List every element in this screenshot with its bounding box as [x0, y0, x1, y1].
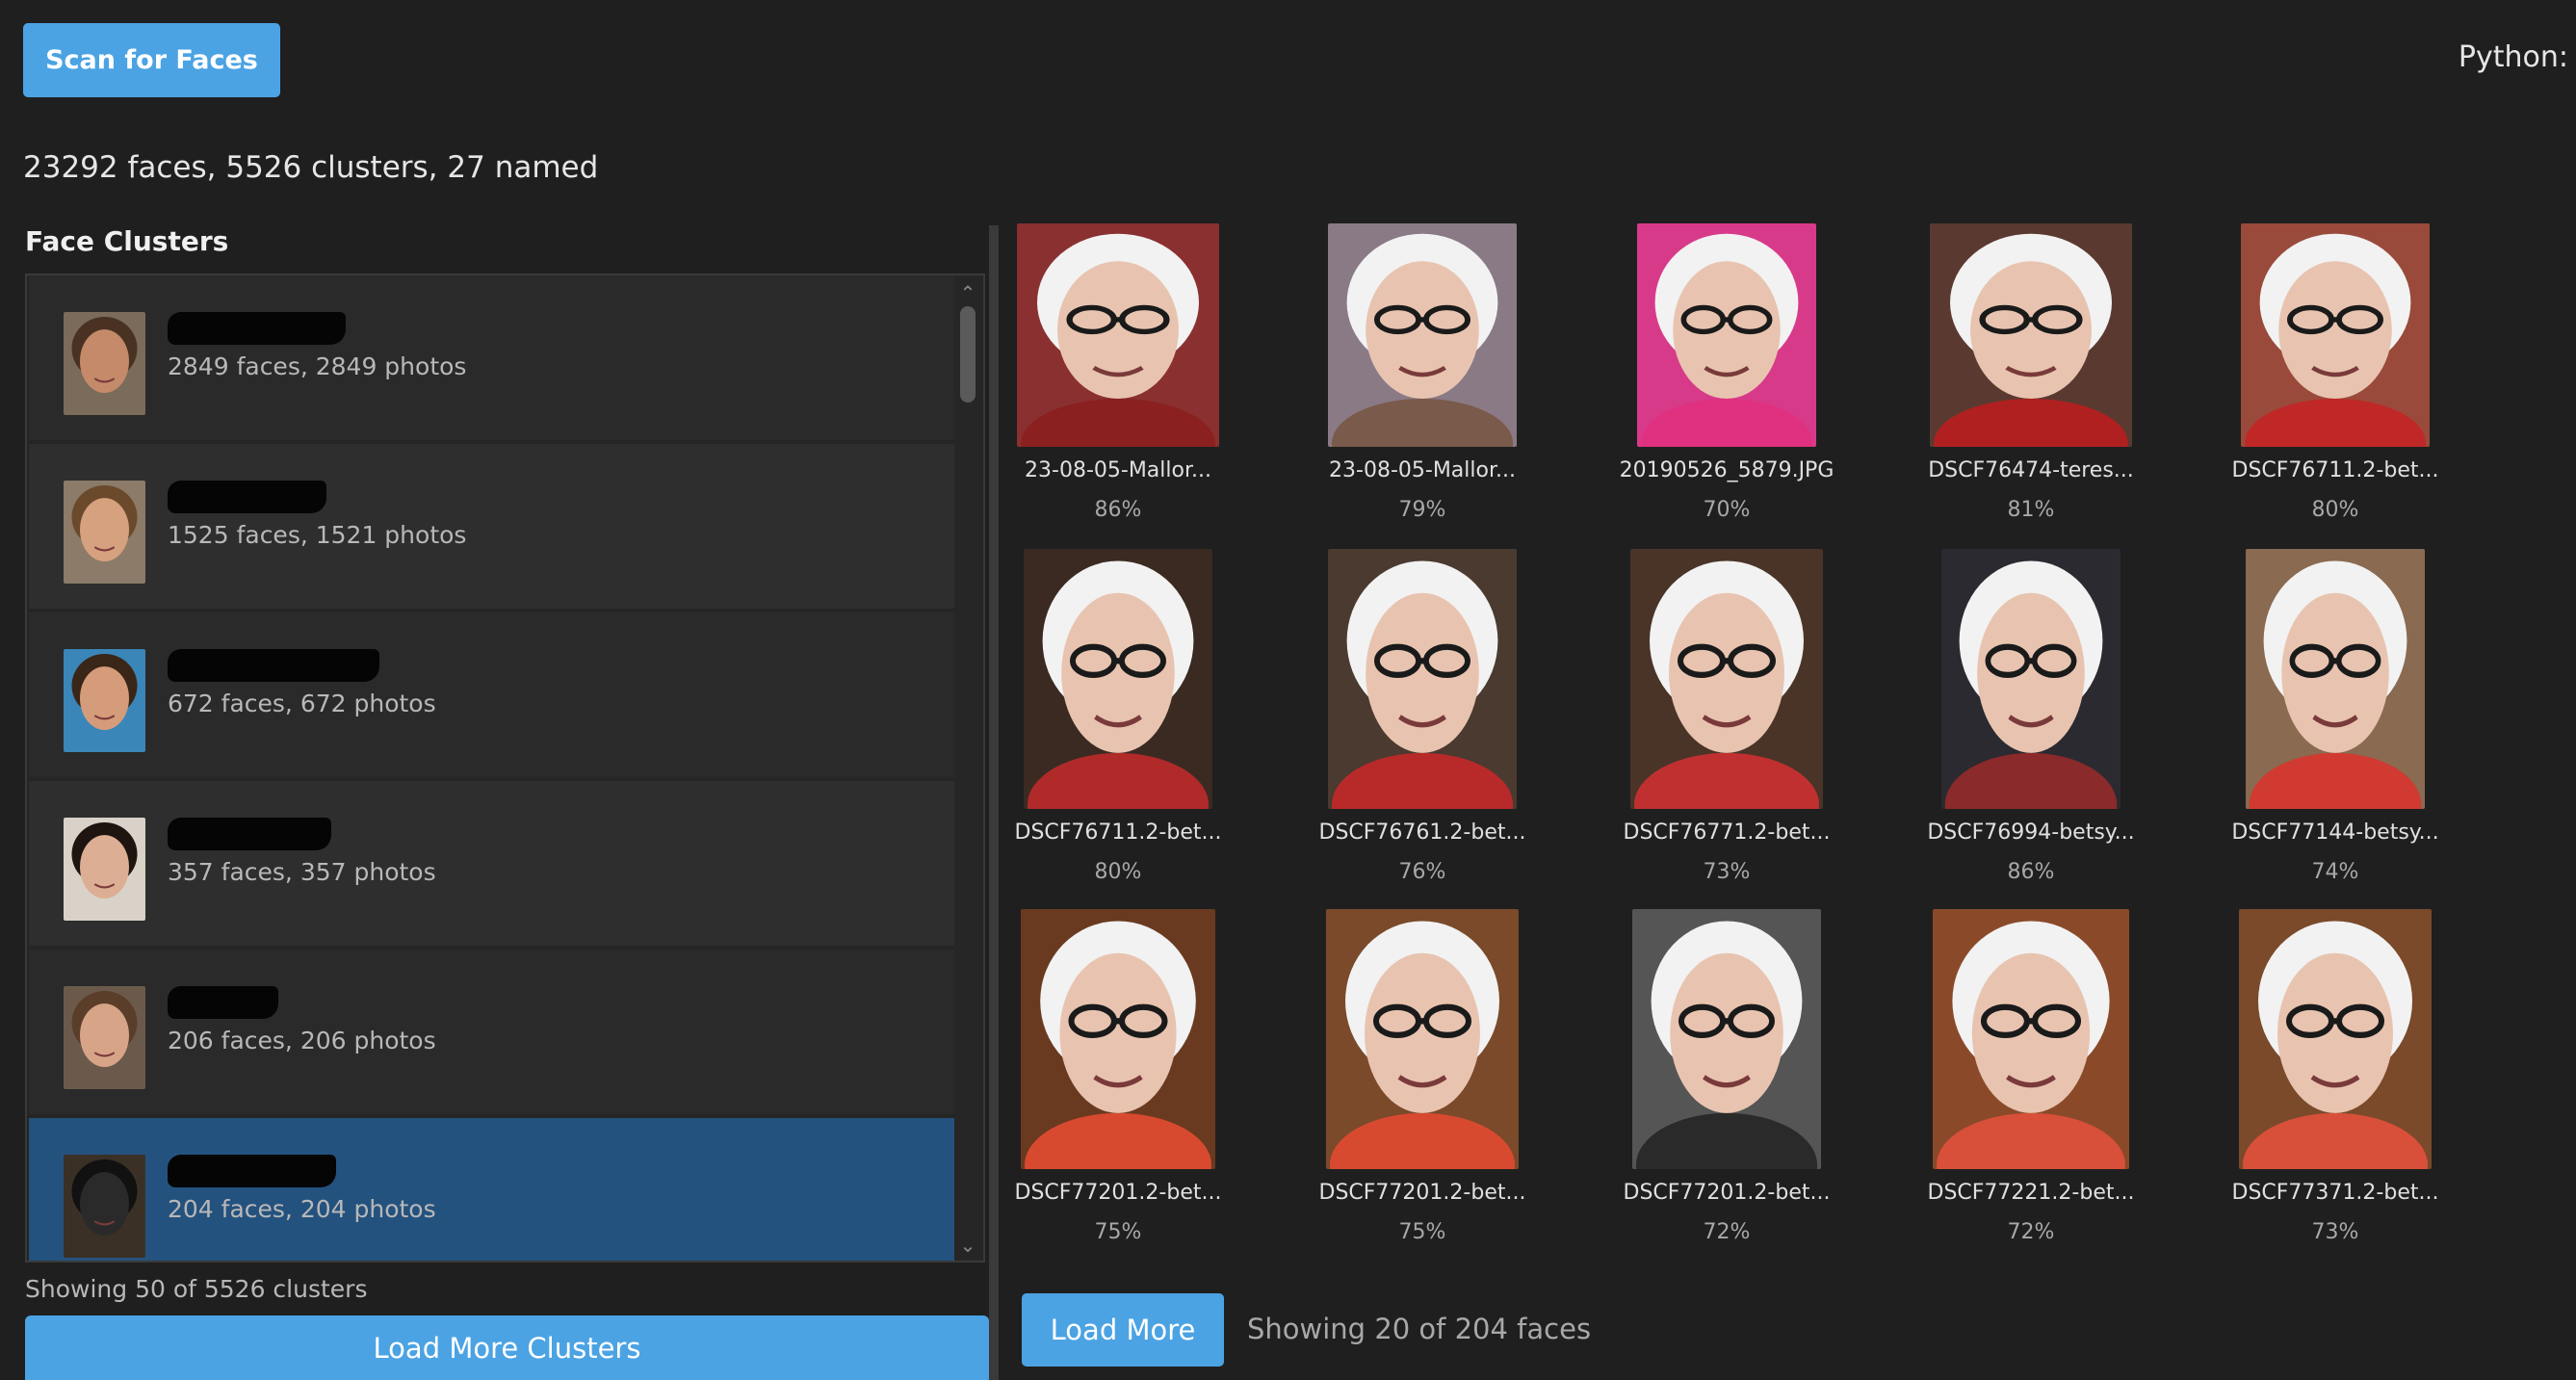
face-thumbnail[interactable]: [1637, 223, 1816, 447]
cluster-avatar: [64, 481, 145, 584]
load-more-faces-button[interactable]: Load More: [1022, 1293, 1224, 1367]
face-filename: DSCF76771.2-bet...: [1623, 820, 1831, 845]
cluster-list-panel: 2849 faces, 2849 photos 1525 faces, 1521 …: [25, 273, 985, 1263]
face-filename: DSCF76711.2-bet...: [1014, 820, 1222, 845]
scan-for-faces-button[interactable]: Scan for Faces: [23, 23, 280, 97]
redacted-cluster-name: [168, 312, 346, 345]
face-card[interactable]: DSCF77201.2-bet... 72%: [1624, 909, 1919, 1256]
face-filename: DSCF77201.2-bet...: [1014, 1181, 1222, 1205]
face-thumbnail[interactable]: [1930, 223, 2132, 447]
faces-count-label: Showing 20 of 204 faces: [1247, 1313, 1592, 1345]
face-match-score: 72%: [1703, 1220, 1751, 1244]
cluster-meta: 357 faces, 357 photos: [168, 858, 436, 886]
face-match-score: 81%: [2007, 498, 2055, 522]
cluster-item[interactable]: 1525 faces, 1521 photos: [29, 444, 958, 609]
face-match-score: 74%: [2311, 860, 2359, 884]
redacted-cluster-name: [168, 1155, 336, 1187]
cluster-item[interactable]: 206 faces, 206 photos: [29, 950, 958, 1114]
face-match-score: 75%: [1398, 1220, 1446, 1244]
cluster-avatar: [64, 986, 145, 1089]
face-match-score: 70%: [1703, 498, 1751, 522]
cluster-meta: 2849 faces, 2849 photos: [168, 352, 467, 380]
cluster-avatar: [64, 649, 145, 752]
face-card[interactable]: DSCF76994-betsy... 86%: [1927, 549, 2224, 896]
face-card[interactable]: DSCF76771.2-bet... 73%: [1624, 549, 1919, 896]
cluster-item[interactable]: 672 faces, 672 photos: [29, 612, 958, 777]
cluster-item[interactable]: 204 faces, 204 photos: [29, 1118, 958, 1261]
face-thumbnail[interactable]: [1933, 909, 2129, 1169]
face-match-score: 72%: [2007, 1220, 2055, 1244]
cluster-list: 2849 faces, 2849 photos 1525 faces, 1521 …: [29, 275, 958, 1261]
face-filename: DSCF76474-teres...: [1928, 458, 2134, 482]
face-filename: 23-08-05-Mallor...: [1025, 458, 1211, 482]
face-card[interactable]: DSCF77144-betsy... 74%: [2231, 549, 2528, 896]
redacted-cluster-name: [168, 649, 379, 682]
face-thumbnail[interactable]: [1021, 909, 1215, 1169]
redacted-cluster-name: [168, 481, 326, 513]
face-match-score: 80%: [2311, 498, 2359, 522]
face-card[interactable]: DSCF76711.2-bet... 80%: [2232, 223, 2528, 534]
panel-divider[interactable]: [989, 225, 999, 1380]
load-more-clusters-button[interactable]: Load More Clusters: [25, 1315, 989, 1380]
face-match-score: 73%: [2311, 1220, 2359, 1244]
face-card[interactable]: DSCF77371.2-bet... 73%: [2232, 909, 2528, 1256]
face-clusters-heading: Face Clusters: [25, 225, 229, 257]
face-thumbnail[interactable]: [2246, 549, 2425, 809]
face-match-score: 79%: [1398, 498, 1446, 522]
face-match-score: 80%: [1094, 860, 1142, 884]
face-filename: DSCF76994-betsy...: [1927, 820, 2135, 845]
face-thumbnail[interactable]: [1326, 909, 1519, 1169]
cluster-meta: 204 faces, 204 photos: [168, 1195, 436, 1223]
face-match-score: 76%: [1398, 860, 1446, 884]
face-filename: 20190526_5879.JPG: [1619, 458, 1834, 482]
face-filename: DSCF77201.2-bet...: [1318, 1181, 1526, 1205]
face-filename: DSCF77144-betsy...: [2231, 820, 2439, 845]
face-filename: DSCF77221.2-bet...: [1927, 1181, 2135, 1205]
face-card[interactable]: DSCF77201.2-bet... 75%: [1319, 909, 1615, 1256]
face-card[interactable]: 23-08-05-Mallor... 86%: [1017, 223, 1311, 534]
face-thumbnail[interactable]: [1017, 223, 1219, 447]
face-thumbnail[interactable]: [1328, 549, 1517, 809]
face-match-score: 86%: [1094, 498, 1142, 522]
face-filename: DSCF77201.2-bet...: [1623, 1181, 1831, 1205]
face-thumbnail[interactable]: [2239, 909, 2432, 1169]
face-filename: 23-08-05-Mallor...: [1329, 458, 1516, 482]
scrollbar-thumb[interactable]: [960, 306, 976, 403]
cluster-avatar: [64, 818, 145, 921]
cluster-item[interactable]: 357 faces, 357 photos: [29, 781, 958, 946]
cluster-meta: 206 faces, 206 photos: [168, 1027, 436, 1055]
redacted-cluster-name: [168, 986, 278, 1019]
face-card[interactable]: DSCF77201.2-bet... 75%: [1015, 909, 1311, 1256]
scroll-up-icon[interactable]: ⌃: [954, 279, 981, 306]
face-thumbnail[interactable]: [1024, 549, 1212, 809]
face-thumbnail[interactable]: [1630, 549, 1823, 809]
face-thumbnail[interactable]: [1632, 909, 1821, 1169]
face-match-score: 73%: [1703, 860, 1751, 884]
cluster-avatar: [64, 1155, 145, 1258]
redacted-cluster-name: [168, 818, 331, 850]
face-match-score: 86%: [2007, 860, 2055, 884]
face-card[interactable]: DSCF76761.2-bet... 76%: [1319, 549, 1615, 896]
face-thumbnail[interactable]: [1941, 549, 2121, 809]
python-status-label: Python:: [2458, 40, 2568, 74]
face-card[interactable]: DSCF76711.2-bet... 80%: [1015, 549, 1311, 896]
face-card[interactable]: DSCF76474-teres... 81%: [1928, 223, 2224, 534]
cluster-meta: 1525 faces, 1521 photos: [168, 521, 467, 549]
face-stats-summary: 23292 faces, 5526 clusters, 27 named: [23, 150, 599, 185]
face-card[interactable]: 23-08-05-Mallor... 79%: [1326, 223, 1615, 534]
cluster-meta: 672 faces, 672 photos: [168, 690, 436, 717]
cluster-avatar: [64, 312, 145, 415]
face-filename: DSCF76711.2-bet...: [2231, 458, 2439, 482]
face-card[interactable]: DSCF77221.2-bet... 72%: [1928, 909, 2224, 1256]
cluster-scrollbar[interactable]: ⌃ ⌄: [954, 275, 981, 1261]
face-thumbnail[interactable]: [1328, 223, 1517, 447]
clusters-count-label: Showing 50 of 5526 clusters: [25, 1275, 368, 1303]
cluster-item[interactable]: 2849 faces, 2849 photos: [29, 275, 958, 440]
face-match-score: 75%: [1094, 1220, 1142, 1244]
face-filename: DSCF76761.2-bet...: [1318, 820, 1526, 845]
face-card[interactable]: 20190526_5879.JPG 70%: [1620, 223, 1919, 534]
face-thumbnail[interactable]: [2241, 223, 2430, 447]
face-filename: DSCF77371.2-bet...: [2231, 1181, 2439, 1205]
